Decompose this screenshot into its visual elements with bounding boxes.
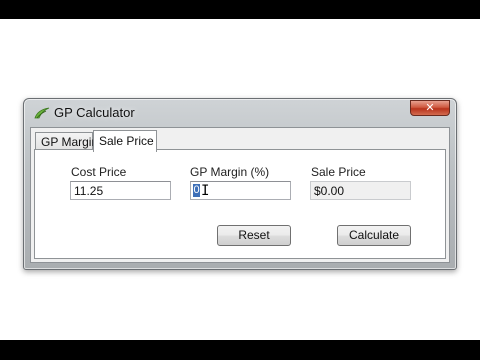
gp-margin-input[interactable]: 0 I (190, 181, 291, 200)
client-area: GP Margin Sale Price Cost Price 11.25 GP… (30, 127, 450, 263)
window-title: GP Calculator (54, 105, 135, 120)
video-letterbox-bottom (0, 340, 480, 360)
sale-price-output: $0.00 (310, 181, 411, 200)
close-icon: ✕ (425, 101, 435, 114)
sale-price-value: $0.00 (314, 184, 345, 198)
text-cursor-icon: I (201, 183, 210, 199)
gp-margin-label: GP Margin (%) (190, 165, 270, 179)
calculate-button[interactable]: Calculate (337, 225, 411, 246)
tab-sale-price[interactable]: Sale Price (93, 130, 157, 152)
video-letterbox-top (0, 0, 480, 19)
title-bar[interactable]: GP Calculator ✕ (24, 99, 456, 127)
app-leaf-icon (34, 105, 50, 119)
cost-price-value: 11.25 (74, 184, 104, 198)
sale-price-label: Sale Price (311, 165, 366, 179)
gp-calculator-window: GP Calculator ✕ GP Margin Sale Price Cos… (23, 98, 457, 270)
reset-button[interactable]: Reset (217, 225, 291, 246)
sale-price-panel: Cost Price 11.25 GP Margin (%) 0 I Sale … (34, 149, 446, 259)
tab-gp-margin[interactable]: GP Margin (35, 132, 98, 150)
cost-price-input[interactable]: 11.25 (70, 181, 171, 200)
close-button[interactable]: ✕ (410, 100, 450, 116)
cost-price-label: Cost Price (71, 165, 127, 179)
gp-margin-value: 0 (193, 184, 200, 197)
